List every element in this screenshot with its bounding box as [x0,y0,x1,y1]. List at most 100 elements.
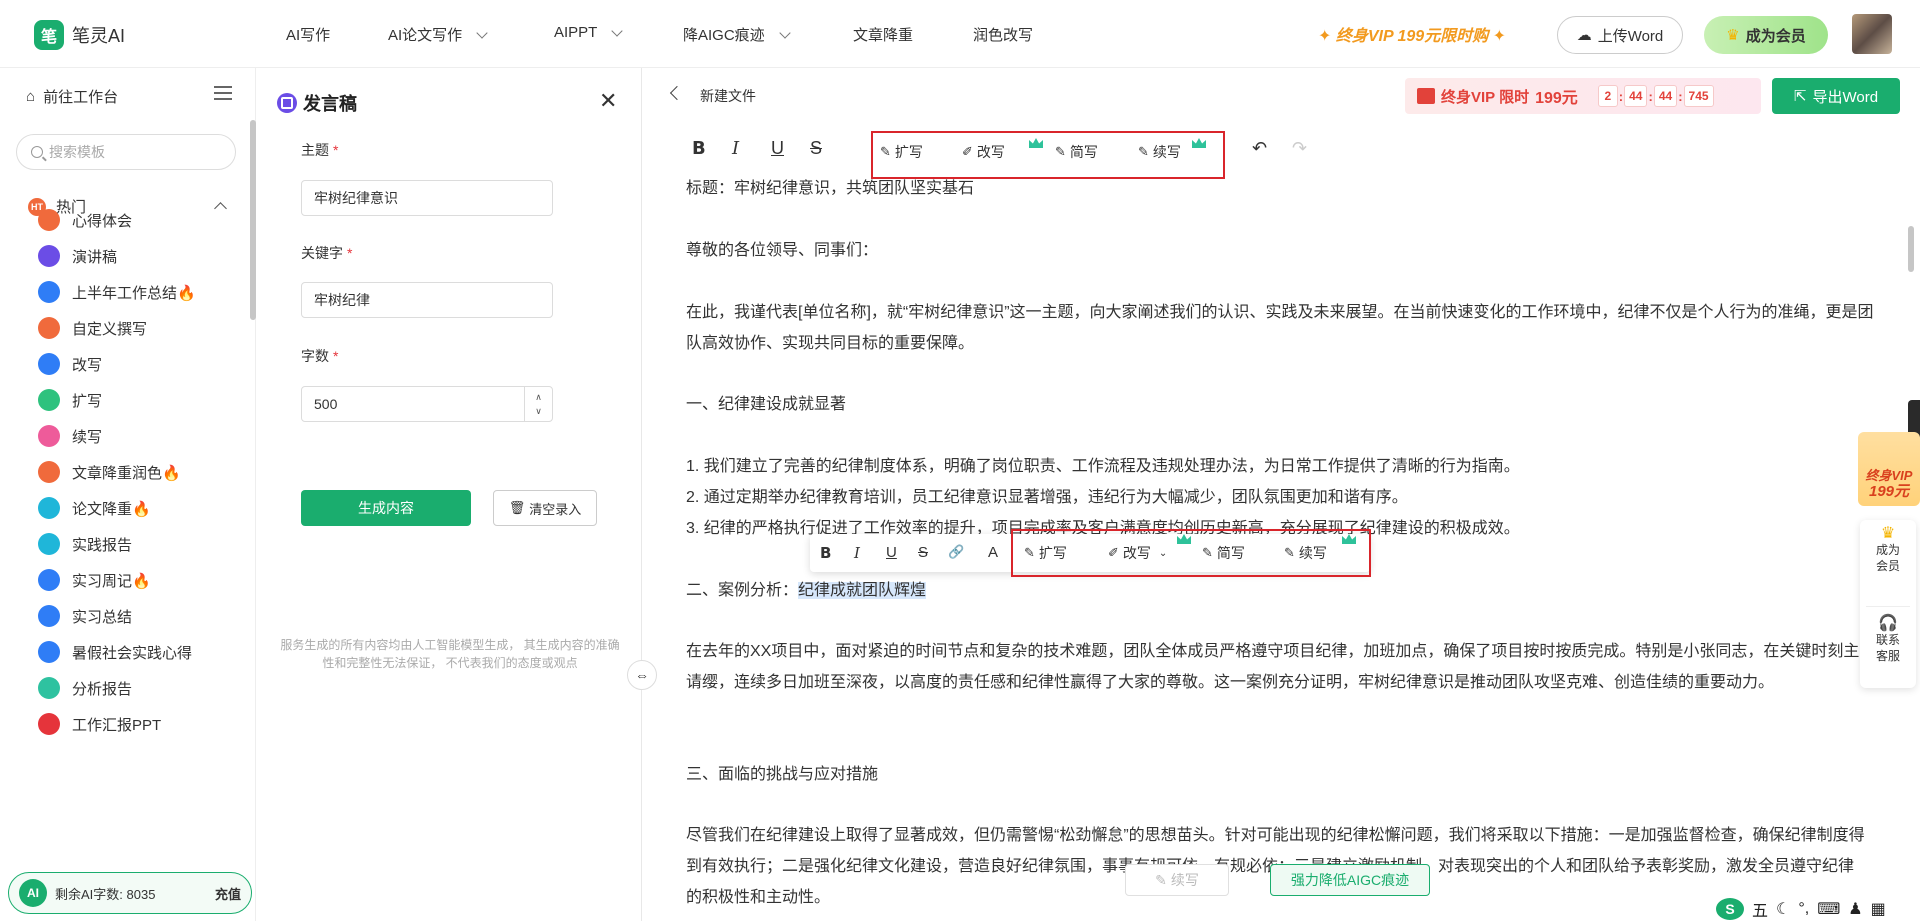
doc-paragraph[interactable]: 尊敬的各位领导、同事们： [686,235,1876,266]
reduce-aigc-button[interactable]: 强力降低AIGC痕迹 [1270,864,1430,896]
sidebar-item[interactable]: 改写 [38,353,102,375]
doc-paragraph[interactable]: 在去年的XX项目中，面对紧迫的时间节点和复杂的技术难题，团队全体成员严格遵守项目… [686,636,1886,698]
topic-input[interactable]: 牢树纪律意识 [301,180,553,216]
float-italic-button[interactable]: I [854,544,860,562]
stepper-arrows[interactable]: ∧ ∨ [524,387,552,421]
sparkle-icon: ✦ [1318,28,1336,45]
book-icon [38,641,60,663]
underline-button[interactable]: U [771,138,784,159]
float-strike-button[interactable]: S [918,544,928,561]
editor-scrollbar[interactable] [1908,226,1914,272]
resize-handle-icon[interactable]: ⇔ [627,660,657,690]
recharge-button[interactable]: 充值 [215,884,241,903]
undo-button[interactable]: ↶ [1252,138,1267,159]
float-rewrite-button[interactable]: ✐ 改写 ⌄ [1108,543,1167,563]
doc-heading[interactable]: 二、案例分析：纪律成就团队辉煌 [686,575,1876,606]
speech-icon [38,245,60,267]
speech-icon [277,93,297,113]
vip-countdown-banner[interactable]: 终身VIP 限时 199元 2: 44: 44: 745 [1405,78,1761,114]
rewrite-button[interactable]: ✐ 改写 [962,142,1005,162]
sidebar-scrollbar[interactable] [250,120,256,320]
template-search-input[interactable]: 搜索模板 [16,134,236,170]
doc-title[interactable]: 标题：牢树纪律意识，共筑团队坚实基石 [686,173,1876,204]
redo-button[interactable]: ↷ [1292,138,1307,159]
vip-float-badge[interactable]: 终身VIP 199元 [1858,432,1920,506]
sidebar-item[interactable]: 实践报告 [38,533,132,555]
close-icon[interactable]: ✕ [599,88,617,114]
export-word-button[interactable]: ⇱ 导出Word [1772,78,1900,114]
sidebar-item[interactable]: 续写 [38,425,102,447]
selected-text[interactable]: 纪律成就团队辉煌 [798,582,927,599]
doc-paragraph[interactable]: 2. 通过定期举办纪律教育培训，员工纪律意识显著增强，违纪行为大幅减少，团队氛围… [686,482,1876,513]
moon-icon[interactable]: ☾ [1776,899,1790,919]
grid-icon[interactable]: ▦ [1871,899,1886,919]
bottom-continue-button[interactable]: ✎ 续写 [1125,864,1229,896]
chevron-up-icon[interactable] [214,202,227,215]
bold-button[interactable]: B [692,138,706,159]
vip-promo-banner[interactable]: ✦ 终身VIP 199元限时购 ✦ [1318,22,1506,46]
sidebar-item[interactable]: 心得体会 [38,209,132,231]
topic-value: 牢树纪律意识 [314,190,398,206]
font-color-button[interactable]: A [988,544,998,561]
nav-polish[interactable]: 润色改写 [973,24,1033,45]
sidebar-item[interactable]: 分析报告 [38,677,132,699]
doc-heading[interactable]: 一、纪律建设成就显著 [686,389,1876,420]
strikethrough-button[interactable]: S [810,138,822,159]
simplify-button[interactable]: ✎ 简写 [1055,142,1098,162]
sidebar-item[interactable]: 扩写 [38,389,102,411]
simplify-label: 简写 [1069,144,1098,160]
sidebar-item[interactable]: 论文降重🔥 [38,497,151,519]
clear-button[interactable]: 🗑 清空录入 [493,490,597,526]
nav-reduce-aigc[interactable]: 降AIGC痕迹 [683,24,791,45]
ppt-icon [38,713,60,735]
float-underline-button[interactable]: U [886,544,897,561]
ime-logo-icon[interactable]: S [1716,897,1744,920]
upload-word-button[interactable]: ☁ 上传Word [1557,16,1683,54]
keyword-input[interactable]: 牢树纪律 [301,282,553,318]
sidebar-item[interactable]: 工作汇报PPT [38,713,161,735]
chevron-up-icon[interactable]: ∧ [535,390,542,404]
doc-paragraph[interactable]: 在此，我谨代表[单位名称]，就“牢树纪律意识”这一主题，向大家阐述我们的认识、实… [686,297,1876,359]
count-stepper[interactable]: 500 ∧ ∨ [301,386,553,422]
become-member-widget[interactable]: ♛ 成为会员 [1860,526,1916,574]
sidebar-item[interactable]: 实习总结 [38,605,132,627]
ime-mode[interactable]: 五 [1752,897,1768,921]
float-bold-button[interactable]: B [820,544,831,562]
collapse-menu-icon[interactable] [214,86,232,100]
sidebar-item[interactable]: 文章降重润色🔥 [38,461,181,483]
generate-button[interactable]: 生成内容 [301,490,471,526]
chevron-down-icon: ⌄ [1158,547,1168,559]
doc-paragraph[interactable]: 1. 我们建立了完善的纪律制度体系，明确了岗位职责、工作流程及违规处理办法，为日… [686,451,1876,482]
go-workbench-link[interactable]: ⌂ 前往工作台 [26,86,118,107]
float-simplify-button[interactable]: ✎ 简写 [1202,543,1245,563]
link-icon[interactable]: 🔗 [948,544,964,560]
user-avatar[interactable] [1852,14,1892,54]
float-continue-button[interactable]: ✎ 续写 [1284,543,1327,563]
contact-service-widget[interactable]: 🎧 联系客服 [1860,616,1916,664]
nav-dedup[interactable]: 文章降重 [853,24,913,45]
keyboard-icon[interactable]: ⌨ [1817,899,1840,919]
doc-heading[interactable]: 三、面临的挑战与应对措施 [686,759,1876,790]
heading-prefix: 二、案例分析： [686,582,799,599]
expand-icon: ✎ [1024,545,1035,560]
back-icon[interactable] [669,85,685,101]
chevron-down-icon[interactable]: ∨ [535,404,542,418]
italic-button[interactable]: I [732,138,739,159]
nav-aippt[interactable]: AIPPT [554,24,624,41]
sidebar-item[interactable]: 暑假社会实践心得 [38,641,192,663]
float-expand-button[interactable]: ✎ 扩写 [1024,543,1067,563]
continue-button[interactable]: ✎ 续写 [1138,142,1181,162]
nav-ai-thesis[interactable]: AI论文写作 [388,24,488,45]
sidebar-item[interactable]: 自定义撰写 [38,317,147,339]
punct-icon[interactable]: °, [1798,900,1809,918]
sidebar-item[interactable]: 上半年工作总结🔥 [38,281,196,303]
logo[interactable]: 笔 笔灵AI [34,20,125,50]
expand-button[interactable]: ✎ 扩写 [880,142,923,162]
sidebar-item[interactable]: 实习周记🔥 [38,569,151,591]
user-icon[interactable]: ♟ [1848,899,1862,919]
search-placeholder: 搜索模板 [49,144,105,160]
credit-remaining: 剩余AI字数: 8035 [55,886,156,902]
sidebar-item[interactable]: 演讲稿 [38,245,117,267]
become-member-button[interactable]: ♛ 成为会员 [1704,16,1828,54]
nav-ai-writing[interactable]: AI写作 [286,24,330,45]
